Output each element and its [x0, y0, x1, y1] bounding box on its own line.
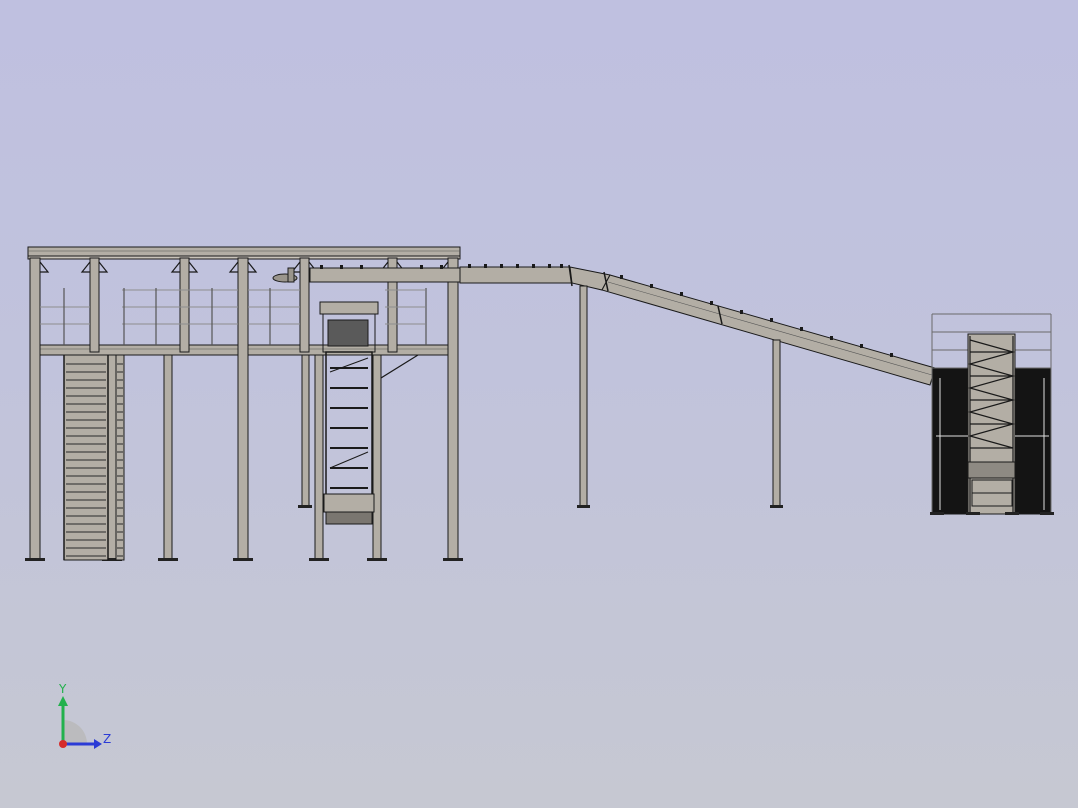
gallery-support [772, 339, 781, 507]
transfer-tower [930, 313, 1054, 515]
z-axis-arrow [94, 739, 102, 749]
gallery-support [579, 285, 588, 507]
column [237, 257, 249, 561]
column [447, 257, 459, 561]
column [163, 354, 173, 561]
column [89, 257, 100, 353]
y-axis-label: Y [58, 682, 67, 696]
triad-quadrant [63, 720, 87, 744]
bucket-elevator [319, 301, 379, 525]
y-axis-arrow [58, 696, 68, 706]
column [314, 354, 324, 561]
x-axis-point [59, 740, 67, 748]
roof-beam [27, 246, 461, 257]
column [29, 257, 41, 561]
model-scene[interactable] [0, 0, 1078, 808]
conveyor-gallery [309, 264, 936, 508]
column [179, 257, 190, 353]
z-axis-label: Z [103, 732, 111, 746]
column [299, 257, 310, 353]
column [301, 354, 310, 508]
column [372, 354, 382, 561]
column [107, 354, 117, 561]
graphics-viewport[interactable]: Y Z [0, 0, 1078, 808]
orientation-triad[interactable]: Y Z [40, 680, 130, 770]
